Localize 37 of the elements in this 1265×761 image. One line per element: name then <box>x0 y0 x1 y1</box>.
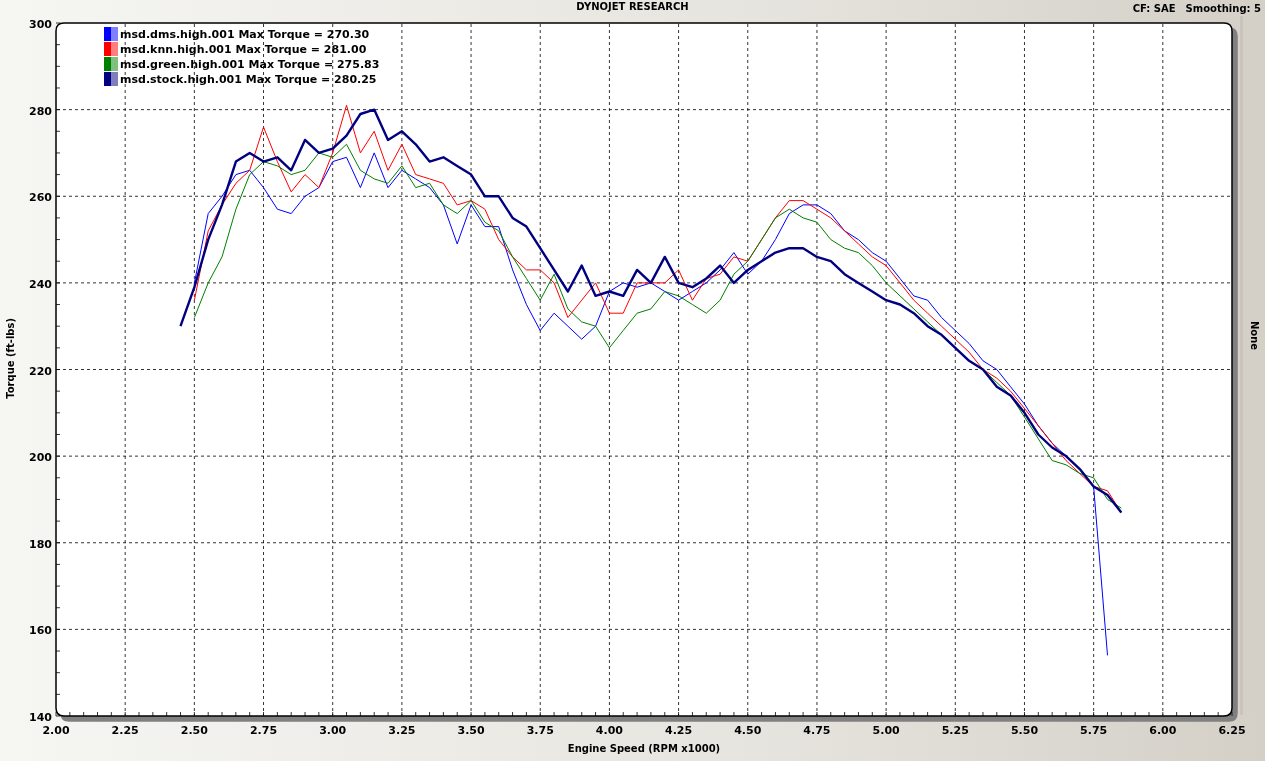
y-tick-label: 240 <box>29 277 52 291</box>
x-tick-label: 2.50 <box>180 724 208 737</box>
y-tick-label: 220 <box>29 364 52 378</box>
y-tick-label: 260 <box>29 191 52 205</box>
y-tick-label: 180 <box>29 537 52 551</box>
correction-factor-label: CF: SAE <box>1132 2 1176 14</box>
x-tick-label: 5.25 <box>941 724 969 737</box>
x-tick-label: 4.75 <box>803 724 831 737</box>
y-tick-label: 300 <box>29 18 52 31</box>
legend-label: msd.knn.high.001 Max Torque = 281.00 <box>120 43 367 56</box>
x-tick-label: 3.00 <box>319 724 347 737</box>
legend-label: msd.stock.high.001 Max Torque = 280.25 <box>120 73 377 86</box>
x-tick-label: 4.00 <box>595 724 623 737</box>
x-tick-label: 5.00 <box>872 724 900 737</box>
app-title: DYNOJET RESEARCH <box>576 1 689 12</box>
smoothing-label: Smoothing: 5 <box>1185 2 1261 14</box>
x-tick-label: 5.75 <box>1080 724 1108 737</box>
x-axis-label: Engine Speed (RPM x1000) <box>567 743 721 754</box>
x-tick-label: 4.50 <box>734 724 762 737</box>
x-tick-label: 4.25 <box>665 724 693 737</box>
y-tick-label: 200 <box>29 451 52 465</box>
x-tick-label: 2.75 <box>249 724 278 737</box>
x-tick-label: 2.25 <box>111 724 139 737</box>
legend-label: msd.green.high.001 Max Torque = 275.83 <box>120 58 380 71</box>
x-tick-label: 3.75 <box>526 724 554 737</box>
x-tick-label: 6.25 <box>1218 724 1246 737</box>
legend-label: msd.dms.high.001 Max Torque = 270.30 <box>120 28 370 41</box>
x-tick-label: 5.50 <box>1010 724 1039 737</box>
y-tick-label: 140 <box>29 711 52 724</box>
y-axis-label: Torque (ft-lbs) <box>4 318 16 399</box>
side-panel-label: None <box>1248 320 1260 351</box>
x-tick-label: 3.25 <box>388 724 416 737</box>
x-tick-label: 3.50 <box>457 724 485 737</box>
y-tick-label: 280 <box>29 104 52 118</box>
x-tick-label: 2.00 <box>42 724 70 737</box>
x-tick-label: 6.00 <box>1149 724 1177 737</box>
y-tick-label: 160 <box>29 624 52 638</box>
